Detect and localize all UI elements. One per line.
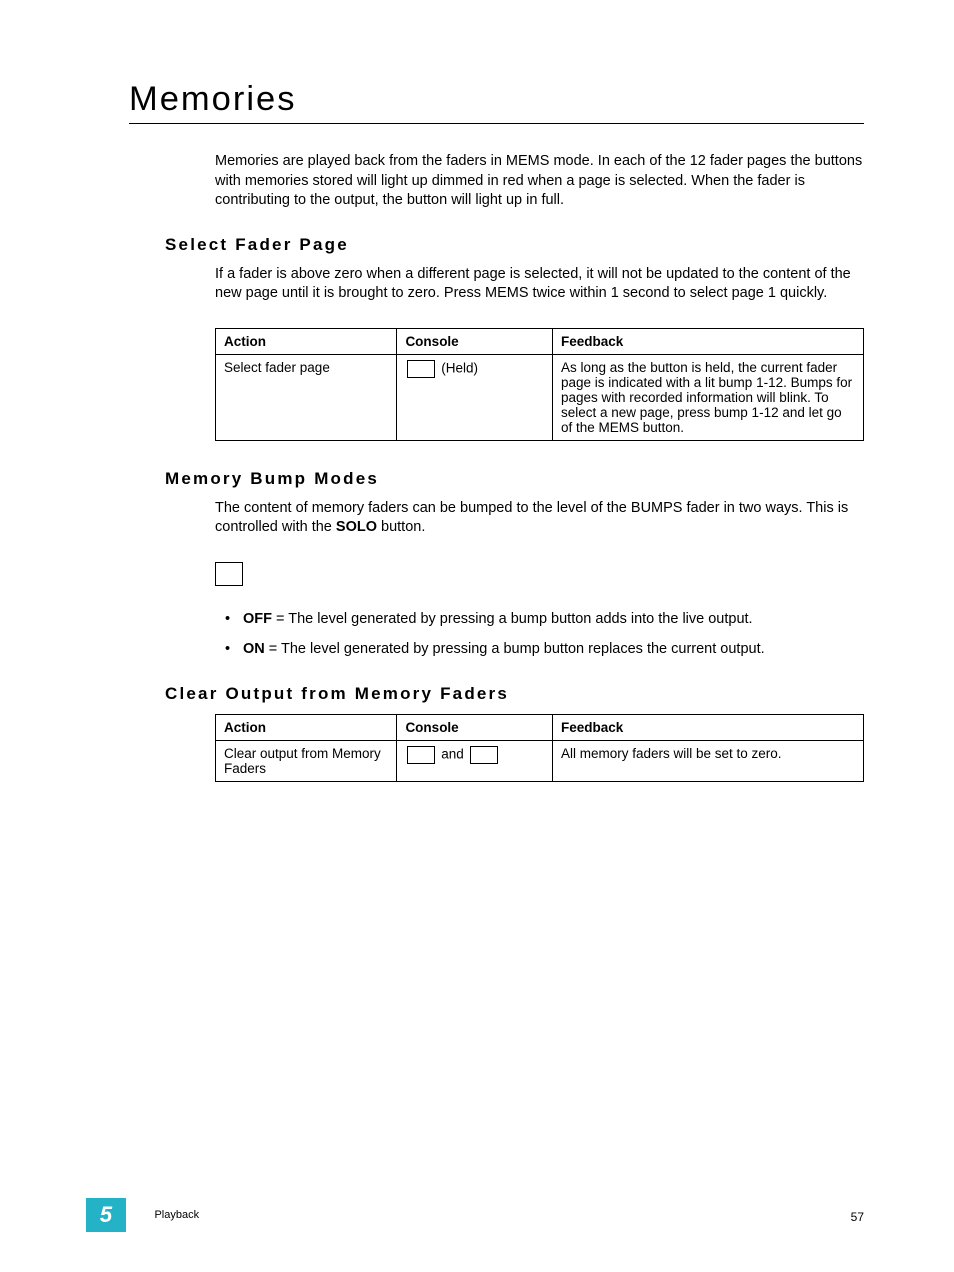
td-console: (Held) — [397, 354, 553, 440]
th-feedback-2: Feedback — [552, 714, 863, 740]
and-label: and — [441, 746, 464, 761]
held-label: (Held) — [441, 360, 478, 375]
bump-body-pre: The content of memory faders can be bump… — [215, 500, 848, 536]
clear-output-table: Action Console Feedback Clear output fro… — [215, 714, 864, 782]
page-footer: 5 Playback 57 — [0, 1198, 954, 1232]
select-fader-page-table: Action Console Feedback Select fader pag… — [215, 328, 864, 441]
td-feedback: As long as the button is held, the curre… — [552, 354, 863, 440]
td-action-2: Clear output from Memory Faders — [216, 740, 397, 781]
td-console-2: and — [397, 740, 553, 781]
button-icon — [407, 360, 435, 378]
off-label: OFF — [243, 611, 272, 627]
off-text: = The level generated by pressing a bump… — [272, 611, 753, 627]
th-feedback: Feedback — [552, 328, 863, 354]
memory-bump-modes-body: The content of memory faders can be bump… — [215, 499, 864, 538]
footer-section-label: Playback — [154, 1209, 199, 1221]
memory-bump-modes-heading: Memory Bump Modes — [165, 469, 864, 489]
on-text: = The level generated by pressing a bump… — [265, 641, 765, 657]
table-row: Select fader page (Held) As long as the … — [216, 354, 864, 440]
table-row: Clear output from Memory Faders and All … — [216, 740, 864, 781]
select-fader-page-heading: Select Fader Page — [165, 235, 864, 255]
page-title: Memories — [129, 80, 864, 119]
solo-button-icon — [215, 562, 243, 586]
page-number: 57 — [851, 1210, 864, 1224]
list-item: OFF = The level generated by pressing a … — [243, 609, 864, 629]
solo-bold: SOLO — [336, 519, 377, 535]
select-fader-page-body: If a fader is above zero when a differen… — [215, 265, 864, 304]
th-console: Console — [397, 328, 553, 354]
th-action-2: Action — [216, 714, 397, 740]
th-console-2: Console — [397, 714, 553, 740]
bump-modes-list: OFF = The level generated by pressing a … — [115, 609, 864, 660]
chapter-number-box: 5 — [86, 1198, 126, 1232]
button-icon — [407, 746, 435, 764]
td-feedback-2: All memory faders will be set to zero. — [552, 740, 863, 781]
intro-paragraph: Memories are played back from the faders… — [215, 152, 864, 211]
td-action: Select fader page — [216, 354, 397, 440]
th-action: Action — [216, 328, 397, 354]
button-icon — [470, 746, 498, 764]
on-label: ON — [243, 641, 265, 657]
clear-output-heading: Clear Output from Memory Faders — [165, 684, 864, 704]
bump-body-post: button. — [377, 519, 425, 535]
list-item: ON = The level generated by pressing a b… — [243, 639, 864, 659]
